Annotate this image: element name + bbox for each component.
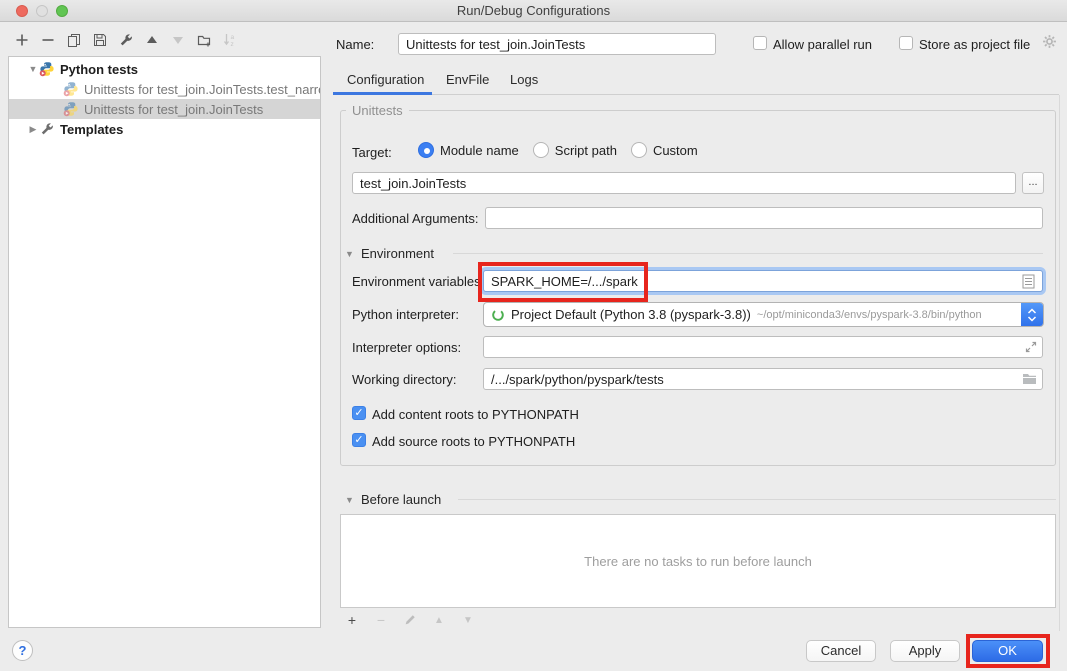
python-test-config-icon	[63, 81, 79, 97]
interpreter-options-label: Interpreter options:	[352, 340, 461, 355]
radio-label: Module name	[440, 143, 519, 158]
remove-task-icon: −	[373, 612, 389, 628]
configurations-tree: ▼ Python tests Unittests for test_join.J…	[8, 56, 321, 628]
add-task-icon[interactable]: +	[344, 612, 360, 628]
tab-logs[interactable]: Logs	[510, 72, 538, 87]
chevron-right-icon[interactable]: ▶	[27, 124, 39, 135]
interpreter-options-input[interactable]	[483, 336, 1043, 358]
radio-module-name[interactable]: Module name	[418, 142, 519, 158]
additional-arguments-input[interactable]	[485, 207, 1043, 229]
environment-variables-label: Environment variables:	[352, 274, 484, 289]
before-launch-header-line	[458, 499, 1056, 500]
env-vars-editor-icon[interactable]	[1022, 274, 1035, 292]
name-label: Name:	[336, 37, 374, 52]
remove-icon[interactable]	[40, 32, 56, 48]
python-interpreter-path: ~/opt/miniconda3/envs/pyspark-3.8/bin/py…	[757, 309, 1021, 321]
working-directory-label: Working directory:	[352, 372, 457, 387]
before-launch-header[interactable]: Before launch	[361, 492, 441, 507]
add-source-roots-label: Add source roots to PYTHONPATH	[372, 434, 575, 449]
new-folder-icon[interactable]	[196, 32, 212, 48]
run-debug-configurations-dialog: { "window": { "title": "Run/Debug Config…	[0, 0, 1067, 671]
tree-item-unittests-narrow[interactable]: Unittests for test_join.JoinTests.test_n…	[9, 79, 320, 99]
store-as-project-file-label: Store as project file	[919, 37, 1030, 52]
browse-module-button[interactable]: ...	[1022, 172, 1044, 194]
python-interpreter-combobox[interactable]: Project Default (Python 3.8 (pyspark-3.8…	[483, 302, 1044, 327]
templates-wrench-icon	[39, 121, 55, 137]
radio-custom[interactable]: Custom	[631, 142, 698, 158]
name-input[interactable]: Unittests for test_join.JoinTests	[398, 33, 716, 55]
environment-collapse-icon[interactable]: ▼	[345, 249, 354, 259]
help-button[interactable]: ?	[12, 640, 33, 661]
window-title: Run/Debug Configurations	[0, 3, 1067, 18]
edit-defaults-icon[interactable]	[118, 32, 134, 48]
add-content-roots-label: Add content roots to PYTHONPATH	[372, 407, 579, 422]
expand-field-icon[interactable]	[1024, 340, 1038, 357]
store-as-project-file-checkbox[interactable]	[899, 36, 913, 50]
python-interpreter-value: Project Default (Python 3.8 (pyspark-3.8…	[511, 307, 751, 322]
additional-arguments-label: Additional Arguments:	[352, 211, 478, 226]
working-directory-input[interactable]: /.../spark/python/pyspark/tests	[483, 368, 1043, 390]
tree-item-templates[interactable]: ▶ Templates	[9, 119, 320, 139]
tree-item-label: Templates	[60, 122, 123, 137]
before-launch-task-list: There are no tasks to run before launch	[340, 514, 1056, 608]
tab-envfile[interactable]: EnvFile	[446, 72, 489, 87]
radio-label: Custom	[653, 143, 698, 158]
scroll-area-edge	[1059, 95, 1060, 631]
target-label: Target:	[352, 145, 392, 160]
before-launch-empty-text: There are no tasks to run before launch	[584, 554, 812, 569]
move-task-up-icon: ▲	[431, 612, 447, 628]
apply-button[interactable]: Apply	[890, 640, 960, 662]
radio-selected-icon[interactable]	[418, 142, 434, 158]
radio-label: Script path	[555, 143, 617, 158]
move-down-icon	[170, 32, 186, 48]
annotation-box-env-vars	[478, 262, 648, 302]
folder-icon[interactable]	[1022, 372, 1037, 388]
add-icon[interactable]	[14, 32, 30, 48]
tab-configuration[interactable]: Configuration	[347, 72, 424, 87]
tree-item-label: Python tests	[60, 62, 138, 77]
move-up-icon[interactable]	[144, 32, 160, 48]
tree-item-unittests-selected[interactable]: Unittests for test_join.JoinTests	[9, 99, 320, 119]
cancel-button[interactable]: Cancel	[806, 640, 876, 662]
tree-item-label: Unittests for test_join.JoinTests	[84, 102, 263, 117]
environment-section-header[interactable]: Environment	[361, 246, 434, 261]
conda-env-icon	[491, 308, 505, 322]
allow-parallel-run-label: Allow parallel run	[773, 37, 872, 52]
target-radio-group: Module name Script path Custom	[418, 141, 698, 159]
copy-icon[interactable]	[66, 32, 82, 48]
environment-header-line	[453, 253, 1043, 254]
tab-strip-divider	[333, 94, 1059, 95]
radio-script-path[interactable]: Script path	[533, 142, 617, 158]
title-bar: Run/Debug Configurations	[0, 0, 1067, 22]
tree-item-python-tests[interactable]: ▼ Python tests	[9, 59, 320, 79]
tree-item-label: Unittests for test_join.JoinTests.test_n…	[84, 82, 320, 97]
gear-icon	[1042, 34, 1057, 52]
annotation-box-ok	[966, 634, 1050, 668]
python-tests-icon	[39, 61, 55, 77]
svg-text:a: a	[231, 34, 235, 41]
allow-parallel-run-checkbox[interactable]	[753, 36, 767, 50]
active-tab-underline	[333, 92, 432, 95]
radio-icon[interactable]	[631, 142, 647, 158]
add-source-roots-checkbox[interactable]: ✓	[352, 433, 366, 447]
configurations-toolbar: az	[14, 30, 238, 50]
chevron-down-icon[interactable]: ▼	[27, 64, 39, 74]
unittests-group-label: Unittests	[346, 103, 409, 118]
svg-text:z: z	[231, 41, 234, 48]
module-name-input[interactable]: test_join.JoinTests	[352, 172, 1016, 194]
before-launch-collapse-icon[interactable]: ▼	[345, 495, 354, 505]
sort-alphabetically-icon: az	[222, 32, 238, 48]
combobox-arrows-icon[interactable]	[1021, 302, 1043, 327]
save-icon[interactable]	[92, 32, 108, 48]
before-launch-toolbar: + − ▲ ▼	[344, 610, 476, 630]
python-test-config-icon	[63, 101, 79, 117]
radio-icon[interactable]	[533, 142, 549, 158]
python-interpreter-label: Python interpreter:	[352, 307, 459, 322]
add-content-roots-checkbox[interactable]: ✓	[352, 406, 366, 420]
edit-task-icon	[402, 612, 418, 628]
move-task-down-icon: ▼	[460, 612, 476, 628]
